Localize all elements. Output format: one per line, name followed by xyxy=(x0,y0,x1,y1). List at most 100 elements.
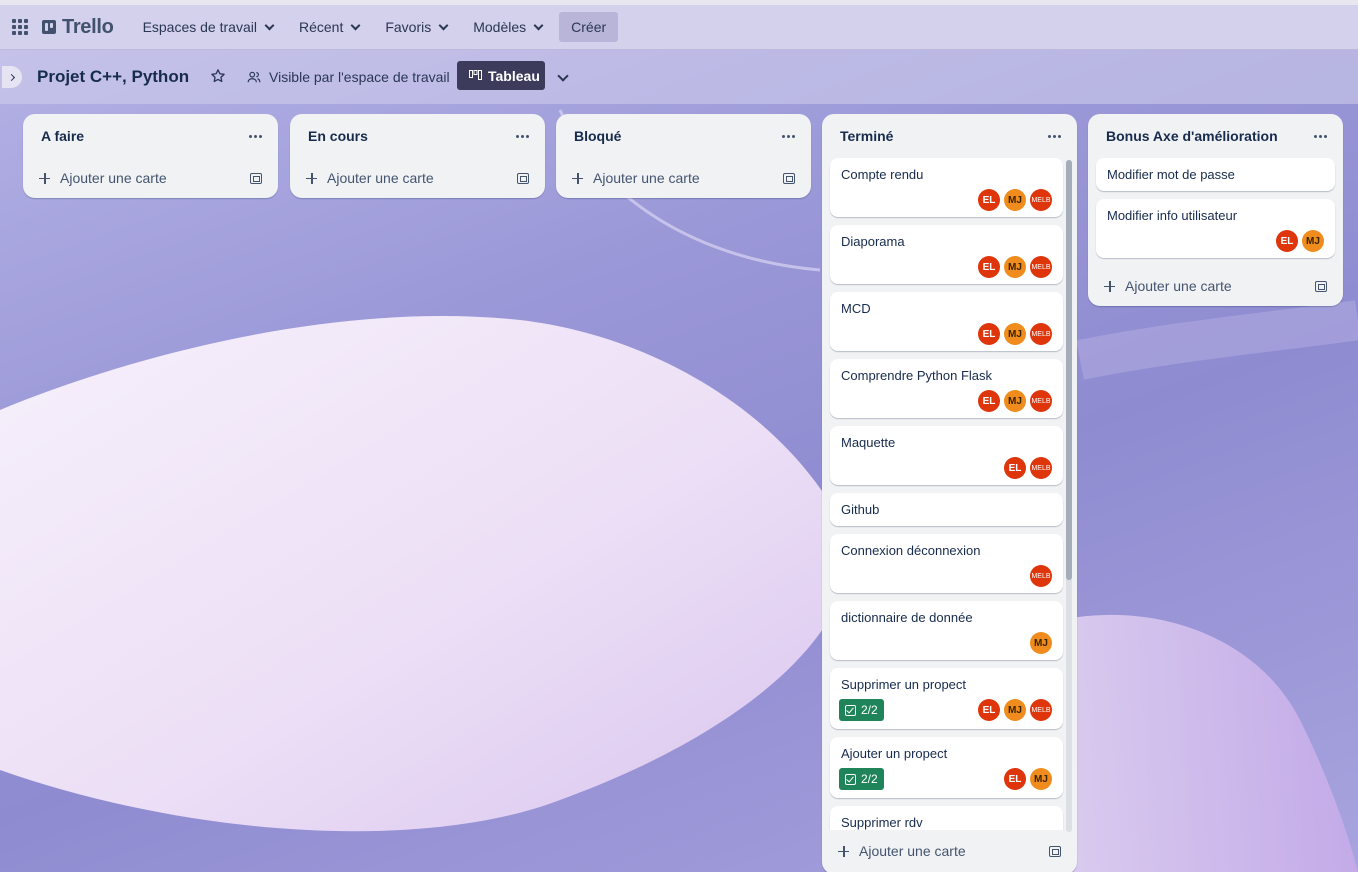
card-template-icon[interactable] xyxy=(1315,280,1327,292)
add-card-button[interactable]: Ajouter une carte xyxy=(290,158,545,198)
avatar[interactable]: MELB xyxy=(1030,699,1052,721)
app-switcher-icon[interactable] xyxy=(12,19,28,35)
visibility-button[interactable]: Visible par l'espace de travail xyxy=(247,69,450,85)
card[interactable]: Supprimer rdv xyxy=(830,806,1063,830)
board-title[interactable]: Projet C++, Python xyxy=(37,67,189,87)
card-title: Connexion déconnexion xyxy=(841,543,981,558)
avatar[interactable]: EL xyxy=(1276,230,1298,252)
add-card-button[interactable]: Ajouter une carte xyxy=(822,830,1077,872)
avatar[interactable]: EL xyxy=(978,256,1000,278)
card[interactable]: dictionnaire de donnée MJ xyxy=(830,601,1063,660)
list-title[interactable]: Bonus Axe d'amélioration xyxy=(1106,128,1278,144)
card-members: EL MJ xyxy=(1276,230,1324,252)
sidebar-expand-button[interactable] xyxy=(2,66,22,88)
checklist-count: 2/2 xyxy=(861,703,878,717)
card-title: Supprimer un propect xyxy=(841,677,967,692)
card-members: EL MJ MELB xyxy=(978,390,1052,412)
board-view-button[interactable]: Tableau xyxy=(457,61,545,90)
card[interactable]: Ajouter un propect 2/2 EL MJ xyxy=(830,737,1063,798)
avatar[interactable]: MJ xyxy=(1030,768,1052,790)
card-title: Github xyxy=(841,502,880,517)
more-icon[interactable] xyxy=(782,134,795,138)
board-view-icon xyxy=(469,70,482,80)
card[interactable]: Supprimer un propect 2/2 EL MJ MELB xyxy=(830,668,1063,729)
more-icon[interactable] xyxy=(1314,134,1327,138)
card[interactable]: Connexion déconnexion MELB xyxy=(830,534,1063,593)
card[interactable]: Diaporama EL MJ MELB xyxy=(830,225,1063,284)
star-icon[interactable] xyxy=(210,68,226,84)
chevron-down-icon xyxy=(264,20,275,30)
card[interactable]: Maquette EL MELB xyxy=(830,426,1063,485)
nav-workspaces[interactable]: Espaces de travail xyxy=(134,11,282,43)
visibility-label: Visible par l'espace de travail xyxy=(269,69,450,85)
card[interactable]: Modifier info utilisateur EL MJ xyxy=(1096,199,1335,258)
avatar[interactable]: MELB xyxy=(1030,565,1052,587)
list-scrollbar[interactable] xyxy=(1066,160,1072,832)
avatar[interactable]: EL xyxy=(978,699,1000,721)
top-navigation: Trello Espaces de travail Récent Favoris… xyxy=(0,0,1358,50)
plus-icon xyxy=(572,172,583,184)
create-button[interactable]: Créer xyxy=(559,12,619,42)
card[interactable]: Modifier mot de passe xyxy=(1096,158,1335,191)
card-members: MELB xyxy=(1030,565,1052,587)
add-card-button[interactable]: Ajouter une carte xyxy=(1088,266,1343,306)
avatar[interactable]: EL xyxy=(978,390,1000,412)
card-members: EL MJ MELB xyxy=(978,256,1052,278)
list-title[interactable]: En cours xyxy=(308,128,368,144)
avatar[interactable]: MELB xyxy=(1030,390,1052,412)
card-title: Modifier mot de passe xyxy=(1107,167,1235,182)
list-title[interactable]: Terminé xyxy=(840,128,893,144)
list-termine: Terminé Compte rendu EL MJ MELB Diaporama EL M… xyxy=(822,114,1077,872)
avatar[interactable]: MJ xyxy=(1004,390,1026,412)
card-template-icon[interactable] xyxy=(1049,845,1061,857)
chevron-down-icon[interactable] xyxy=(557,70,569,82)
checklist-icon xyxy=(845,704,856,716)
list-title[interactable]: A faire xyxy=(41,128,84,144)
nav-templates[interactable]: Modèles xyxy=(464,11,551,43)
list-en-cours: En cours Ajouter une carte xyxy=(290,114,545,198)
plus-icon xyxy=(39,172,50,184)
card-template-icon[interactable] xyxy=(250,172,262,184)
checklist-badge: 2/2 xyxy=(839,768,884,790)
checklist-badge: 2/2 xyxy=(839,699,884,721)
avatar[interactable]: MJ xyxy=(1004,189,1026,211)
card[interactable]: Github xyxy=(830,493,1063,526)
avatar[interactable]: MJ xyxy=(1004,256,1026,278)
more-icon[interactable] xyxy=(516,134,529,138)
card-template-icon[interactable] xyxy=(783,172,795,184)
avatar[interactable]: MELB xyxy=(1030,457,1052,479)
list-title[interactable]: Bloqué xyxy=(574,128,621,144)
card-members: MJ xyxy=(1030,632,1052,654)
list-bonus: Bonus Axe d'amélioration Modifier mot de… xyxy=(1088,114,1343,306)
add-card-label: Ajouter une carte xyxy=(593,170,700,186)
avatar[interactable]: MELB xyxy=(1030,256,1052,278)
avatar[interactable]: EL xyxy=(1004,768,1026,790)
card[interactable]: MCD EL MJ MELB xyxy=(830,292,1063,351)
nav-starred[interactable]: Favoris xyxy=(376,11,456,43)
add-card-button[interactable]: Ajouter une carte xyxy=(23,158,278,198)
more-icon[interactable] xyxy=(1048,134,1061,138)
trello-logo[interactable]: Trello xyxy=(42,16,114,39)
nav-recent[interactable]: Récent xyxy=(290,11,368,43)
board-view-label: Tableau xyxy=(488,67,540,84)
avatar[interactable]: MELB xyxy=(1030,323,1052,345)
card-template-icon[interactable] xyxy=(517,172,529,184)
card[interactable]: Compte rendu EL MJ MELB xyxy=(830,158,1063,217)
card-list: Modifier mot de passe Modifier info utili… xyxy=(1088,158,1343,258)
card-title: dictionnaire de donnée xyxy=(841,610,973,625)
avatar[interactable]: MELB xyxy=(1030,189,1052,211)
avatar[interactable]: MJ xyxy=(1030,632,1052,654)
card-title: Ajouter un propect xyxy=(841,746,948,761)
add-card-label: Ajouter une carte xyxy=(327,170,434,186)
add-card-button[interactable]: Ajouter une carte xyxy=(556,158,811,198)
card-members: EL MJ MELB xyxy=(978,699,1052,721)
list-scrollbar-thumb[interactable] xyxy=(1066,160,1072,580)
avatar[interactable]: EL xyxy=(1004,457,1026,479)
more-icon[interactable] xyxy=(249,134,262,138)
avatar[interactable]: EL xyxy=(978,189,1000,211)
avatar[interactable]: MJ xyxy=(1302,230,1324,252)
avatar[interactable]: MJ xyxy=(1004,323,1026,345)
avatar[interactable]: MJ xyxy=(1004,699,1026,721)
card[interactable]: Comprendre Python Flask EL MJ MELB xyxy=(830,359,1063,418)
avatar[interactable]: EL xyxy=(978,323,1000,345)
